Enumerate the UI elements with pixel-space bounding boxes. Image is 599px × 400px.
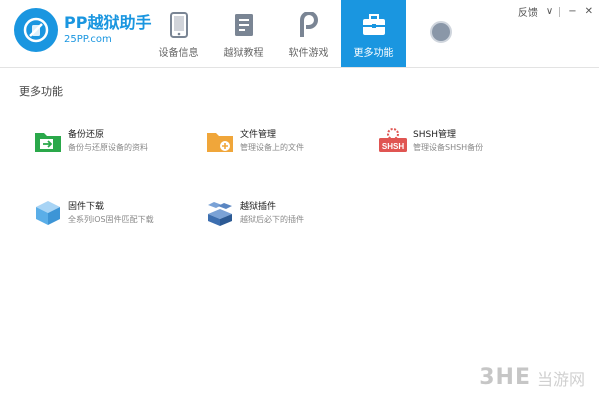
feature-shsh-management[interactable]: SHSH SHSH管理 管理设备SHSH备份 [378,127,483,155]
feature-jailbreak-plugins[interactable]: 越狱插件 越狱后必下的插件 [205,199,304,227]
chevron-down-icon[interactable]: ∨ [546,6,553,17]
feature-desc: 全系列iOS固件匹配下载 [68,214,154,224]
phone-icon [169,10,188,40]
tab-label: 设备信息 [158,48,199,59]
feature-name: 固件下载 [68,201,105,212]
plugin-box-icon [205,199,235,227]
feature-file-management[interactable]: 文件管理 管理设备上的文件 [205,127,304,155]
toolbox-icon [362,10,386,40]
app-logo: PP越狱助手 25PP.com [14,8,151,52]
minimize-icon[interactable]: − [568,6,576,17]
watermark: 3HE 当游网 [479,365,585,390]
tab-device-info[interactable]: 设备信息 [146,0,211,67]
pp-logo-icon [14,8,58,52]
feature-firmware-download[interactable]: 固件下载 全系列iOS固件匹配下载 [33,199,154,227]
feature-name: 越狱插件 [240,201,277,212]
tab-more-features[interactable]: 更多功能 [341,0,406,67]
app-subtitle: 25PP.com [64,34,112,45]
svg-text:SHSH: SHSH [382,142,404,151]
shsh-icon: SHSH [378,127,408,155]
tab-label: 越狱教程 [223,48,264,59]
tab-software-games[interactable]: 软件游戏 [276,0,341,67]
feature-name: SHSH管理 [413,129,456,140]
divider [559,6,561,17]
pp-app-icon [298,10,320,40]
firmware-cube-icon [33,199,63,227]
feature-backup-restore[interactable]: 备份还原 备份与还原设备的资料 [33,127,148,155]
watermark-logo: 3HE [479,365,531,390]
book-icon [234,10,254,40]
tab-label: 更多功能 [353,48,394,59]
feedback-link[interactable]: 反馈 [518,4,538,19]
header-bar: PP越狱助手 25PP.com 设备信息 越狱教程 软件游戏 更多功能 反馈 ∨… [0,0,599,68]
section-title: 更多功能 [19,85,63,98]
tab-jailbreak-tutorial[interactable]: 越狱教程 [211,0,276,67]
watermark-text: 当游网 [536,369,585,389]
close-icon[interactable]: ✕ [585,6,593,17]
avatar[interactable] [430,21,452,43]
feature-desc: 管理设备SHSH备份 [413,142,484,152]
feature-name: 备份还原 [68,129,105,140]
folder-file-icon [205,127,235,155]
nav-tabs: 设备信息 越狱教程 软件游戏 更多功能 [146,0,406,67]
app-title: PP越狱助手 [64,13,152,32]
feature-desc: 备份与还原设备的资料 [68,142,148,152]
feature-desc: 越狱后必下的插件 [240,214,304,224]
feature-name: 文件管理 [240,129,277,140]
window-controls: 反馈 ∨ − ✕ [510,4,593,19]
feature-desc: 管理设备上的文件 [240,142,304,152]
folder-backup-icon [33,127,63,155]
tab-label: 软件游戏 [288,48,329,59]
